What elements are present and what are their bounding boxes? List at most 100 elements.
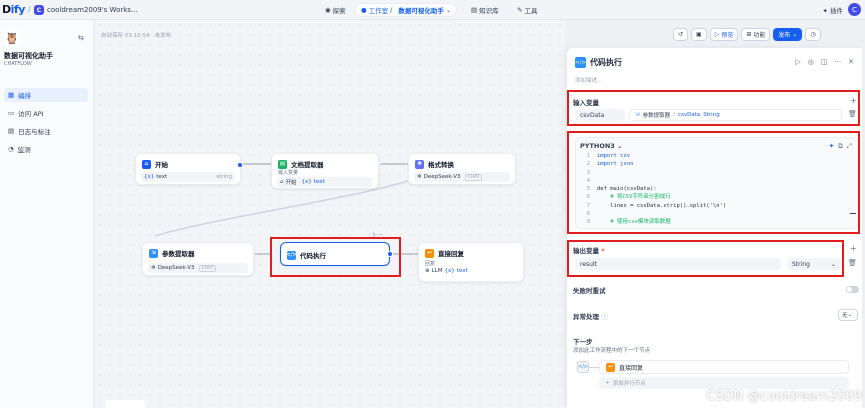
watermark: CSDN @cooldream2009 bbox=[706, 389, 862, 404]
node-doc-extractor[interactable]: ▤ 文档提取器 输入变量 ⌂ 开始 {x} text bbox=[271, 153, 379, 189]
dify-logo[interactable]: Dify bbox=[2, 3, 25, 16]
model-icon: ✲ bbox=[417, 174, 422, 180]
publish-button[interactable]: 发布 ⌄ bbox=[773, 28, 803, 41]
panel-header: </> 代码执行 bbox=[575, 57, 622, 68]
extract-icon: ⇲ bbox=[635, 112, 640, 118]
brain-icon: ✺ bbox=[415, 159, 424, 169]
file-icon: ▤ bbox=[8, 127, 15, 135]
retry-toggle[interactable] bbox=[846, 286, 859, 293]
doc-icon: ▤ bbox=[278, 159, 287, 169]
run-icon[interactable]: ▷ bbox=[795, 58, 800, 66]
help-icon[interactable]: ◎ bbox=[808, 58, 814, 66]
home-icon: ⌂ bbox=[280, 179, 284, 185]
current-node-icon: </> bbox=[577, 361, 589, 373]
current-app-name[interactable]: 数据可视化助手 bbox=[398, 5, 444, 15]
home-icon: ⌂ bbox=[142, 159, 151, 169]
language-select[interactable]: PYTHON3 ⌄ bbox=[580, 142, 623, 150]
add-parallel-node-button[interactable]: + 添加并行节点 bbox=[599, 377, 849, 389]
input-var-name[interactable]: csvData bbox=[575, 109, 625, 121]
delete-input-icon[interactable]: 🗑 bbox=[848, 110, 857, 118]
reply-icon: ↩ bbox=[606, 362, 615, 372]
description-input[interactable]: 添加描述... bbox=[575, 76, 602, 84]
input-var-source[interactable]: ⇲ 参数提取器 / csvData String bbox=[629, 109, 842, 121]
delete-output-icon[interactable]: 🗑 bbox=[848, 259, 857, 267]
workspace-switcher[interactable]: C cooldream2009's Works... bbox=[34, 4, 138, 16]
extract-icon: ⇲ bbox=[149, 248, 158, 258]
sidebar-item-monitor[interactable]: ◔ 监测 bbox=[4, 142, 88, 156]
clock-icon: ◷ bbox=[810, 31, 816, 38]
sidebar-item-orchestrate[interactable]: ▦ 编排 bbox=[4, 88, 88, 102]
chevron-down-icon: ⌄ bbox=[445, 6, 452, 14]
env-icon: ▣ bbox=[696, 31, 702, 38]
chevron-down-icon: ⌄ bbox=[830, 260, 836, 268]
node-code[interactable]: </> 代码执行 bbox=[280, 242, 393, 266]
connector-line bbox=[589, 367, 599, 368]
copy-icon[interactable]: ⧉ bbox=[838, 142, 843, 151]
input-section-title: 输入变量 bbox=[573, 99, 599, 107]
split-icon[interactable]: ◫ bbox=[821, 58, 828, 66]
add-input-icon[interactable]: + bbox=[850, 96, 857, 105]
top-right: ✦ 插件 C bbox=[822, 3, 861, 16]
scrollbar[interactable] bbox=[850, 213, 856, 214]
exception-select[interactable]: 无 ⌄ bbox=[838, 309, 858, 321]
workspace-badge: C bbox=[34, 5, 44, 15]
sidebar: 🦉 ⇆ 数据可视化助手 CHATFLOW ▦ 编排 ▭ 访问 API ▤ 日志与标注 … bbox=[0, 20, 94, 408]
workflow-toolbar: ↺ ▣ ▷ 预览 ⊞ 功能 发布 ⌄ ◷ bbox=[673, 28, 821, 41]
sidebar-item-api[interactable]: ▭ 访问 API bbox=[4, 106, 88, 120]
code-editor[interactable]: PYTHON3 ⌄ ✦ ⧉ ⤢ 123456789 import csv imp… bbox=[575, 137, 859, 229]
node-run-controls[interactable]: ▷ ··· bbox=[373, 232, 383, 238]
expand-icon[interactable]: ⤢ bbox=[847, 142, 852, 151]
reply-icon: ↩ bbox=[425, 248, 434, 258]
sidebar-item-logs[interactable]: ▤ 日志与标注 bbox=[4, 124, 88, 138]
ai-icon[interactable]: ✦ bbox=[829, 142, 834, 151]
features-button[interactable]: ⊞ 功能 bbox=[741, 28, 771, 41]
collapse-sidebar-icon[interactable]: ⇆ bbox=[78, 34, 84, 42]
code-icon: </> bbox=[575, 57, 586, 68]
node-reply[interactable]: ↩ 直接回复 回复 ⊕ LLM {x} text bbox=[418, 242, 524, 282]
next-node-item[interactable]: ↩ 直接回复 bbox=[599, 360, 849, 374]
more-icon[interactable]: ··· bbox=[834, 58, 841, 66]
node-param-extractor[interactable]: ⇲ 参数提取器 ✲ DeepSeek-V3 CHAT bbox=[142, 242, 254, 276]
avatar[interactable]: C bbox=[848, 3, 861, 16]
add-node-port[interactable] bbox=[387, 251, 393, 257]
close-icon[interactable]: ✕ bbox=[848, 58, 854, 66]
compass-icon: ◉ bbox=[325, 6, 331, 14]
breadcrumb-sep: / bbox=[390, 6, 393, 14]
nav-explore[interactable]: ◉ 探索 bbox=[322, 4, 349, 16]
nav-studio[interactable]: ● 工作室 / 数据可视化助手 ⌄ bbox=[356, 4, 457, 16]
node-format[interactable]: ✺ 格式转换 ✲ DeepSeek-V3 CHAT bbox=[408, 153, 516, 185]
workspace-name: cooldream2009's Works... bbox=[47, 6, 138, 14]
code-content[interactable]: import csv import json def main(csvData)… bbox=[597, 152, 726, 227]
llm-icon: ⊕ bbox=[425, 268, 430, 274]
preview-button[interactable]: ▷ 预览 bbox=[709, 28, 739, 41]
workflow-canvas[interactable]: 自动保存 03:10:54 · 未发布 ⌂ 开始 {x} text string ▤ 文… bbox=[95, 20, 565, 408]
output-type-select[interactable]: String ⌄ bbox=[787, 258, 841, 270]
terminal-icon: ▭ bbox=[8, 109, 15, 117]
monitor-icon: ◔ bbox=[8, 145, 14, 153]
plugin-icon: ✦ bbox=[822, 6, 828, 15]
grid-icon: ⊞ bbox=[746, 31, 752, 38]
model-icon: ✲ bbox=[151, 265, 156, 271]
chevron-down-icon: ⌄ bbox=[792, 31, 798, 38]
minimap[interactable] bbox=[105, 400, 145, 408]
env-button[interactable]: ▣ bbox=[691, 28, 707, 41]
node-port[interactable] bbox=[237, 162, 243, 168]
nav-tools[interactable]: ✎ 工具 bbox=[514, 4, 540, 16]
variable-icon: {x} bbox=[144, 174, 155, 180]
breadcrumb-separator: / bbox=[28, 5, 31, 14]
app-name: 数据可视化助手 bbox=[4, 52, 53, 60]
panel-actions: ▷ ◎ ◫ ··· ✕ bbox=[795, 58, 854, 66]
app-type: CHATFLOW bbox=[4, 61, 32, 67]
output-var-name[interactable]: result bbox=[575, 258, 781, 270]
next-step-desc: 添加此工作流程中的下一个节点 bbox=[573, 348, 651, 354]
app-icon: 🦉 bbox=[4, 30, 20, 46]
panel-title[interactable]: 代码执行 bbox=[590, 57, 622, 68]
history-button[interactable]: ↺ bbox=[673, 28, 689, 41]
code-icon: </> bbox=[285, 250, 298, 260]
add-output-icon[interactable]: + bbox=[850, 244, 857, 253]
node-start[interactable]: ⌂ 开始 {x} text string bbox=[135, 153, 243, 185]
plugins-link[interactable]: ✦ 插件 bbox=[822, 5, 843, 15]
edge-format-param bbox=[154, 180, 409, 237]
version-history-button[interactable]: ◷ bbox=[805, 28, 821, 41]
nav-knowledge[interactable]: ▤ 知识库 bbox=[468, 4, 502, 16]
